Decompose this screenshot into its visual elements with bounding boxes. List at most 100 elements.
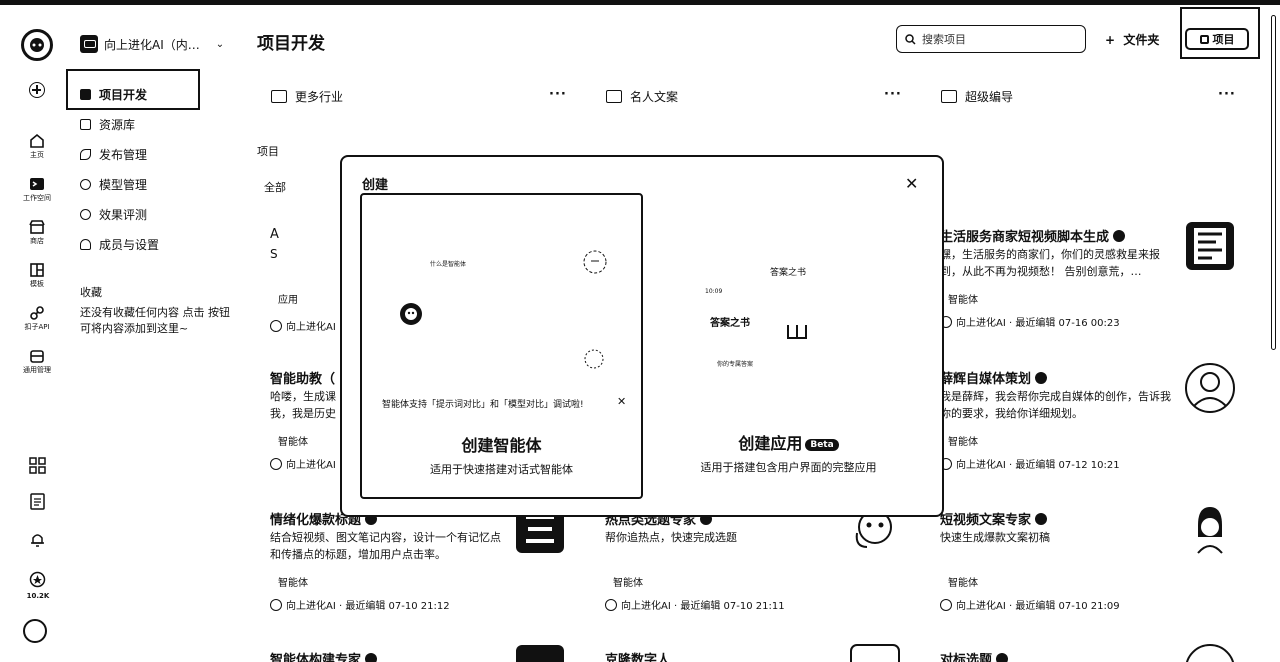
coze-logo-icon[interactable] <box>21 29 53 61</box>
library-icon <box>80 118 91 130</box>
rail-item-manage[interactable]: 通用管理 <box>10 348 64 375</box>
project-card[interactable]: 热点类选题专家 帮你追热点，快速完成选题 智能体 向上进化AI · 最近编辑 0… <box>605 509 905 619</box>
create-agent-option[interactable]: 什么是智能体 智能体支持「提示词对比」和「模型对比」调试啦! ✕ 创建智能体 适… <box>360 193 643 499</box>
project-card[interactable]: 克隆数字人 <box>605 644 905 662</box>
rail-label: 主页 <box>30 151 44 159</box>
rail-item-template[interactable]: 模板 <box>10 262 64 289</box>
project-card[interactable]: 短视频文案专家 快速生成爆款文案初稿 智能体 向上进化AI · 最近编辑 07-… <box>940 507 1240 619</box>
preview-caption: 什么是智能体 <box>430 261 467 268</box>
folder-item[interactable]: 名人文案 <box>606 86 678 106</box>
card-title: 薛辉自媒体策划 <box>940 372 1032 387</box>
more-options-icon[interactable]: ··· <box>1218 87 1236 102</box>
card-type-tag: 智能体 <box>948 578 978 589</box>
nav-item-evaluation[interactable]: 效果评测 <box>80 204 147 224</box>
agent-tip-text: 智能体支持「提示词对比」和「模型对比」调试啦! <box>382 400 584 410</box>
nav-item-members[interactable]: 成员与设置 <box>80 234 159 254</box>
card-title: 生活服务商家短视频脚本生成 <box>940 230 1110 245</box>
star-badge-icon[interactable] <box>29 571 46 588</box>
project-card[interactable]: 智能体构建专家 <box>270 645 570 662</box>
close-icon[interactable]: ✕ <box>905 174 918 193</box>
folder-item[interactable]: 更多行业 <box>271 86 343 106</box>
card-type-tag: 智能体 <box>613 578 643 589</box>
card-footer: 向上进化AI · 最近编辑 07-10 21:11 <box>621 601 785 612</box>
verified-icon <box>996 653 1009 662</box>
card-type-tag: 智能体 <box>278 437 308 448</box>
rail-item-home[interactable]: 主页 <box>10 133 64 160</box>
owner-avatar-icon <box>270 457 282 470</box>
card-thumbnail-icon <box>1186 222 1234 270</box>
card-type-tag: 应用 <box>278 295 298 306</box>
owner-avatar-icon <box>270 598 282 611</box>
card-type-tag: 智能体 <box>948 295 978 306</box>
filter-all-tab[interactable]: 全部 <box>264 179 286 195</box>
project-card[interactable]: 情绪化爆款标题 结合短视频、图文笔记内容，设计一个有记忆点和传播点的标题，增加用… <box>270 505 570 619</box>
more-options-icon[interactable]: ··· <box>884 87 902 102</box>
option-title: 创建应用 <box>738 434 803 453</box>
card-footer: 向上进化AI <box>270 318 336 333</box>
workspace-nav: 向上进化AI（内… ⌄ 项目开发 资源库 发布管理 模型管理 效果评测 成员与设… <box>66 5 242 662</box>
card-description: 帮你追热点，快速完成选题 <box>605 531 737 544</box>
new-folder-button[interactable]: + 文件夹 <box>1105 31 1159 48</box>
template-icon <box>30 263 44 277</box>
workspace-icon <box>30 178 44 190</box>
nav-item-library[interactable]: 资源库 <box>80 114 135 134</box>
rail-label: 扣子API <box>24 323 50 331</box>
model-cube-icon <box>80 178 91 190</box>
beta-badge: Beta <box>805 439 839 451</box>
folder-name: 超级编导 <box>965 89 1014 104</box>
scrollbar[interactable] <box>1271 15 1276 350</box>
preview-subtitle: 你的专属答案 <box>717 361 754 368</box>
nav-item-label: 模型管理 <box>99 177 148 192</box>
rail-item-store[interactable]: 商店 <box>10 219 64 246</box>
card-type-tag: 智能体 <box>948 437 978 448</box>
document-icon[interactable] <box>29 493 46 510</box>
bell-icon[interactable] <box>29 531 46 548</box>
rail-label: 工作空间 <box>23 194 51 202</box>
owner-avatar-icon <box>605 598 617 611</box>
rail-item-api[interactable]: 扣子API <box>10 305 64 332</box>
nav-item-label: 项目开发 <box>99 87 148 102</box>
card-title: 克隆数字人 <box>605 653 671 662</box>
project-card[interactable]: 薛辉自媒体策划 我是薛辉，我会帮你完成自媒体的创作，告诉我你的要求，我给你详细规… <box>940 363 1240 478</box>
verified-icon <box>1113 230 1126 242</box>
card-footer: 向上进化AI · 最近编辑 07-12 10:21 <box>956 460 1120 471</box>
dismiss-tip-icon[interactable]: ✕ <box>617 395 626 408</box>
workspace-avatar-icon <box>80 35 98 53</box>
card-description: 快速生成爆款文案初稿 <box>940 531 1050 544</box>
bot-avatar-icon <box>400 303 422 325</box>
project-card[interactable]: 生活服务商家短视频脚本生成 嘿，生活服务的商家们，你们的灵感救星来报到，从此不再… <box>940 222 1240 336</box>
workspace-switcher[interactable]: 向上进化AI（内… ⌄ <box>80 33 224 55</box>
api-icon <box>30 306 44 320</box>
user-avatar[interactable] <box>23 619 47 643</box>
preview-time: 10:09 <box>705 288 723 295</box>
card-description: 哈喽，生成课 我，我是历史 <box>270 390 336 420</box>
card-title: 智能助教（ <box>270 372 336 387</box>
card-title[interactable]: A <box>270 227 279 242</box>
create-plus-icon[interactable] <box>29 82 45 98</box>
new-folder-label: 文件夹 <box>1123 33 1160 47</box>
nav-item-publish[interactable]: 发布管理 <box>80 144 147 164</box>
owner-avatar-icon <box>270 319 282 332</box>
search-icon <box>905 33 916 45</box>
verified-icon <box>1035 372 1048 384</box>
grid-apps-icon[interactable] <box>29 457 46 474</box>
option-description: 适用于快速搭建对话式智能体 <box>430 463 573 476</box>
card-footer: 向上进化AI · 最近编辑 07-10 21:12 <box>286 601 450 612</box>
nav-item-label: 成员与设置 <box>99 237 160 252</box>
rail-item-workspace[interactable]: 工作空间 <box>10 176 64 203</box>
search-box[interactable] <box>896 25 1086 53</box>
card-thumbnail-icon <box>1197 507 1223 554</box>
workspace-name: 向上进化AI（内… <box>104 37 200 52</box>
new-project-button[interactable]: 项目 <box>1185 28 1249 50</box>
store-icon <box>29 220 45 234</box>
more-options-icon[interactable]: ··· <box>549 87 567 102</box>
project-card[interactable]: 对标选题 <box>940 644 1240 662</box>
option-title: 创建智能体 <box>461 436 542 455</box>
folder-item[interactable]: 超级编导 <box>941 86 1013 106</box>
nav-item-models[interactable]: 模型管理 <box>80 174 147 194</box>
create-app-option[interactable]: 答案之书 10:09 答案之书 你的专属答案 创建应用 Beta 适用于搭建包含用… <box>647 193 930 499</box>
card-footer: 向上进化AI · 最近编辑 07-10 21:09 <box>956 601 1120 612</box>
gauge-icon <box>80 208 91 220</box>
nav-item-project-dev[interactable]: 项目开发 <box>80 84 147 104</box>
search-input[interactable] <box>922 32 1072 46</box>
